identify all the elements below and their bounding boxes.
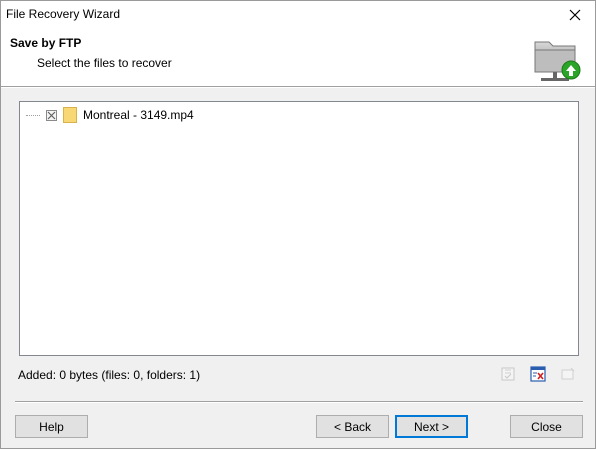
status-text: Added: 0 bytes (files: 0, folders: 1)	[18, 368, 201, 382]
files-tree[interactable]: Montreal - 3149.mp4	[19, 101, 579, 356]
tree-item[interactable]: Montreal - 3149.mp4	[26, 106, 194, 124]
header-subtitle: Select the files to recover	[37, 56, 172, 70]
back-button[interactable]: < Back	[316, 415, 389, 438]
help-button[interactable]: Help	[15, 415, 88, 438]
close-button[interactable]: Close	[510, 415, 583, 438]
uncheck-all-button[interactable]	[529, 365, 547, 383]
tree-connector	[26, 114, 40, 116]
window-close-button[interactable]	[555, 1, 595, 28]
folder-network-icon	[534, 41, 581, 81]
title-bar: File Recovery Wizard	[1, 1, 595, 28]
next-button[interactable]: Next >	[395, 415, 468, 438]
check-all-button[interactable]	[499, 365, 517, 383]
remove-icon	[561, 367, 575, 380]
tree-item-label: Montreal - 3149.mp4	[83, 108, 194, 122]
close-icon	[569, 9, 581, 20]
tree-toolbar	[499, 365, 579, 383]
file-recovery-wizard-window: File Recovery Wizard Save by FTP Select …	[0, 0, 596, 449]
remove-button[interactable]	[559, 365, 577, 383]
uncheck-all-icon	[530, 366, 546, 382]
header-title: Save by FTP	[10, 36, 82, 50]
excluded-check-icon	[47, 111, 56, 119]
tree-item-checkbox[interactable]	[46, 109, 57, 121]
footer-separator	[15, 401, 583, 403]
header-separator	[1, 86, 595, 88]
wizard-header: Save by FTP Select the files to recover	[1, 28, 595, 86]
window-title: File Recovery Wizard	[6, 7, 121, 21]
check-all-icon	[501, 367, 515, 381]
folder-icon	[63, 107, 77, 123]
